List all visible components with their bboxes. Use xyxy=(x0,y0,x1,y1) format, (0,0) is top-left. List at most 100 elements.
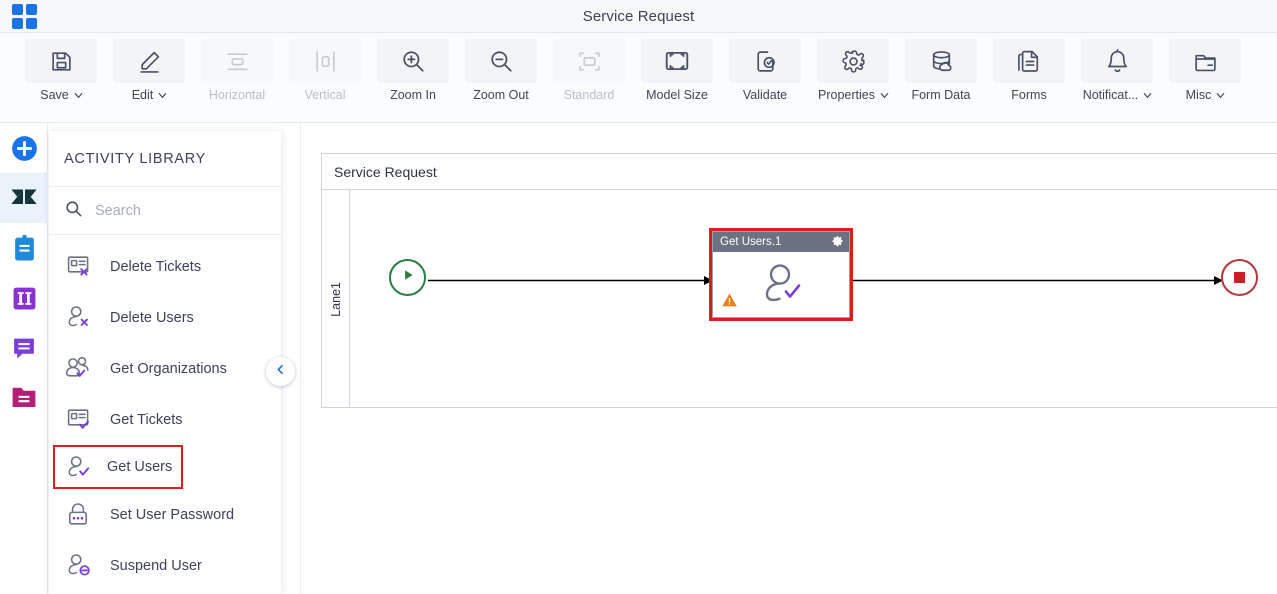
user-delete-icon xyxy=(64,303,96,333)
ribbon-button-label: Horizontal xyxy=(208,88,266,102)
ribbon-button-label: Standard xyxy=(563,88,615,102)
horizontal-align-icon xyxy=(201,39,273,83)
flow-start-to-task[interactable] xyxy=(428,276,713,285)
activity-item-label: Get Users xyxy=(107,459,173,475)
ribbon-label-wrap: Properties xyxy=(818,88,889,102)
chat-bubble-icon xyxy=(11,336,37,361)
activity-item-label: Get Organizations xyxy=(110,360,227,377)
page-title: Service Request xyxy=(582,7,695,25)
clipboard-icon xyxy=(12,234,37,262)
rail-item-messages[interactable] xyxy=(0,323,48,373)
ribbon-button-label: Model Size xyxy=(646,88,708,102)
chevron-down-icon xyxy=(1215,90,1225,99)
ribbon-button-label: Edit xyxy=(131,88,154,102)
activity-item-delete-tickets[interactable]: Delete Tickets xyxy=(49,241,281,292)
activity-item-delete-users[interactable]: Delete Users xyxy=(49,292,281,343)
ribbon-button-zoom-out[interactable]: Zoom Out xyxy=(462,33,540,102)
zoom-in-icon xyxy=(377,39,449,83)
rail-item-zendesk[interactable] xyxy=(0,173,48,223)
gear-icon xyxy=(817,39,889,83)
ribbon-button-standard: Standard xyxy=(550,33,628,102)
ribbon-button-label: Save xyxy=(40,88,69,102)
columns-icon xyxy=(12,286,37,311)
rail-item-documents[interactable] xyxy=(0,373,48,423)
activity-item-label: Set User Password xyxy=(110,506,235,523)
task-node-title: Get Users.1 xyxy=(720,236,782,248)
chevron-down-icon xyxy=(1142,90,1152,99)
activity-item-label: Delete Tickets xyxy=(110,258,202,275)
ribbon-button-label: Notificat... xyxy=(1082,88,1139,102)
search-row[interactable] xyxy=(49,187,281,235)
rail-item-tasks[interactable] xyxy=(0,223,48,273)
ribbon-button-save[interactable]: Save xyxy=(22,33,100,102)
task-node-inner: Get Users.1 xyxy=(712,231,850,318)
search-icon xyxy=(64,199,83,223)
lane-area[interactable]: Get Users.1 xyxy=(350,190,1277,408)
ribbon-label-wrap: Edit xyxy=(132,88,167,102)
activity-item-get-users[interactable]: Get Users xyxy=(53,445,183,489)
diagram-canvas[interactable]: Service Request Lane1 Get Users.1 xyxy=(300,123,1277,594)
process-pool[interactable]: Service Request Lane1 Get Users.1 xyxy=(321,153,1277,408)
ribbon-button-horizontal: Horizontal xyxy=(198,33,276,102)
chevron-left-icon xyxy=(274,363,287,381)
activity-library-heading: ACTIVITY LIBRARY xyxy=(49,131,281,187)
folder-lines-icon xyxy=(11,386,37,410)
ribbon-button-vertical: Vertical xyxy=(286,33,364,102)
grid-apps-icon[interactable] xyxy=(12,4,38,30)
search-input[interactable] xyxy=(95,202,245,219)
ribbon-button-label: Forms xyxy=(1011,88,1047,102)
chevron-down-icon xyxy=(157,90,167,99)
ribbon-button-zoom-in[interactable]: Zoom In xyxy=(374,33,452,102)
warning-triangle-icon xyxy=(721,292,738,313)
ribbon-button-notificat[interactable]: Notificat... xyxy=(1078,33,1156,102)
rail-item-columns[interactable] xyxy=(0,273,48,323)
task-node-header: Get Users.1 xyxy=(713,232,849,252)
activity-item-suspend-user[interactable]: Suspend User xyxy=(49,540,281,591)
left-icon-rail xyxy=(0,123,48,594)
lane-label-text: Lane1 xyxy=(328,281,343,317)
user-check-icon xyxy=(755,260,807,313)
activity-item-label: Delete Users xyxy=(110,309,194,326)
pool-body: Lane1 Get Users.1 xyxy=(322,190,1277,408)
activity-item-get-tickets[interactable]: Get Tickets xyxy=(49,394,281,445)
ribbon-button-form-data[interactable]: Form Data xyxy=(902,33,980,102)
ribbon-button-model-size[interactable]: Model Size xyxy=(638,33,716,102)
activity-item-set-user-password[interactable]: Set User Password xyxy=(49,489,281,540)
chevron-down-icon xyxy=(879,90,889,99)
zoom-out-icon xyxy=(465,39,537,83)
activity-item-get-organizations[interactable]: Get Organizations xyxy=(49,343,281,394)
validate-check-icon xyxy=(729,39,801,83)
folder-misc-icon xyxy=(1169,39,1241,83)
gear-icon[interactable] xyxy=(832,235,844,250)
pencil-edit-icon xyxy=(113,39,185,83)
task-node-body xyxy=(713,252,849,319)
ribbon-button-properties[interactable]: Properties xyxy=(814,33,892,102)
ribbon-button-label: Misc xyxy=(1185,88,1212,102)
vertical-align-icon xyxy=(289,39,361,83)
rail-item-add-new[interactable] xyxy=(0,123,48,173)
end-event-stop-icon xyxy=(1234,272,1245,283)
task-node-get-users[interactable]: Get Users.1 xyxy=(709,228,853,321)
ribbon-button-misc[interactable]: Misc xyxy=(1166,33,1244,102)
document-forms-icon xyxy=(993,39,1065,83)
save-floppy-icon xyxy=(25,39,97,83)
card-check-icon xyxy=(64,405,96,435)
end-event-node[interactable] xyxy=(1221,259,1258,296)
ribbon-button-validate[interactable]: Validate xyxy=(726,33,804,102)
card-delete-icon xyxy=(64,252,96,282)
start-event-node[interactable] xyxy=(389,259,426,296)
chevron-down-icon xyxy=(73,90,83,99)
ribbon-label-wrap: Misc xyxy=(1186,88,1225,102)
activity-item-label: Get Tickets xyxy=(110,411,183,428)
ribbon-button-edit[interactable]: Edit xyxy=(110,33,188,102)
plus-circle-icon xyxy=(11,135,38,162)
model-size-icon xyxy=(641,39,713,83)
ribbon-button-forms[interactable]: Forms xyxy=(990,33,1068,102)
ribbon-button-label: Zoom In xyxy=(390,88,436,102)
flow-task-to-end[interactable] xyxy=(853,276,1223,285)
collapse-panel-button[interactable] xyxy=(266,357,295,386)
ribbon-button-label: Vertical xyxy=(304,88,346,102)
user-check-icon xyxy=(64,452,96,482)
ribbon-button-label: Properties xyxy=(818,88,875,102)
start-event-play-icon xyxy=(401,268,415,287)
